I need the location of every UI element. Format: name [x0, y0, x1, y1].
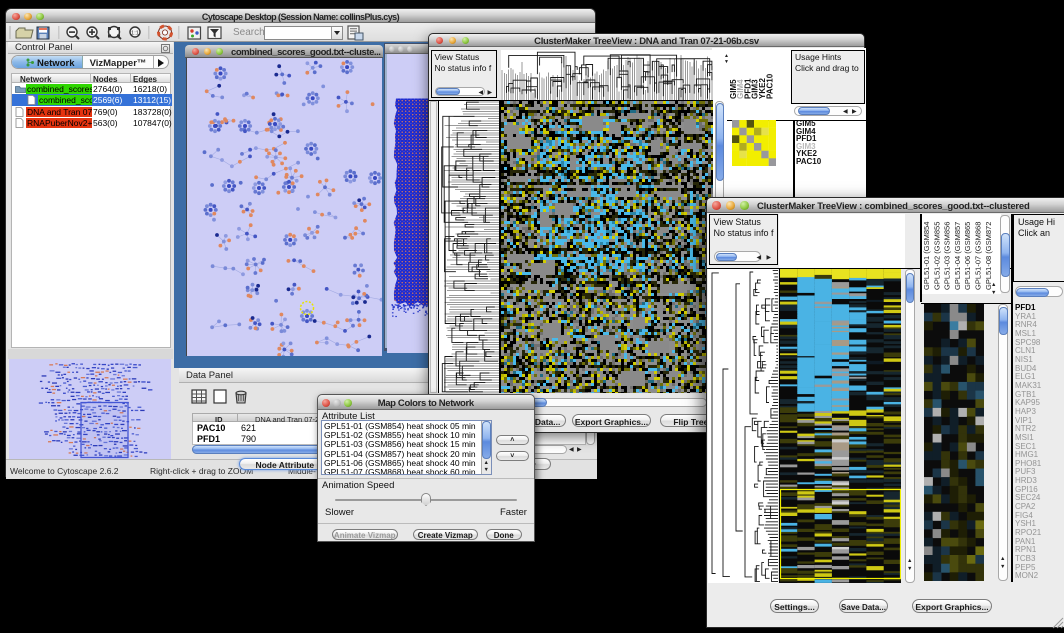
svg-text:GPL51-07 (GSM868: GPL51-07 (GSM868	[974, 222, 983, 290]
svg-text:GPL51-03 (GSM856: GPL51-03 (GSM856	[943, 222, 952, 290]
svg-text:PAC10: PAC10	[765, 73, 774, 99]
svg-text:1:1: 1:1	[131, 31, 139, 37]
svg-text:GPL51-04 (GSM857: GPL51-04 (GSM857	[953, 222, 962, 290]
svg-text:GPL51-01 (GSM854: GPL51-01 (GSM854	[922, 222, 931, 290]
svg-text:GPL51-06 (GSM865: GPL51-06 (GSM865	[963, 222, 972, 290]
svg-text:GPL51-08 (GSM872: GPL51-08 (GSM872	[984, 222, 993, 290]
svg-text:GPL51-02 (GSM855: GPL51-02 (GSM855	[932, 222, 941, 290]
